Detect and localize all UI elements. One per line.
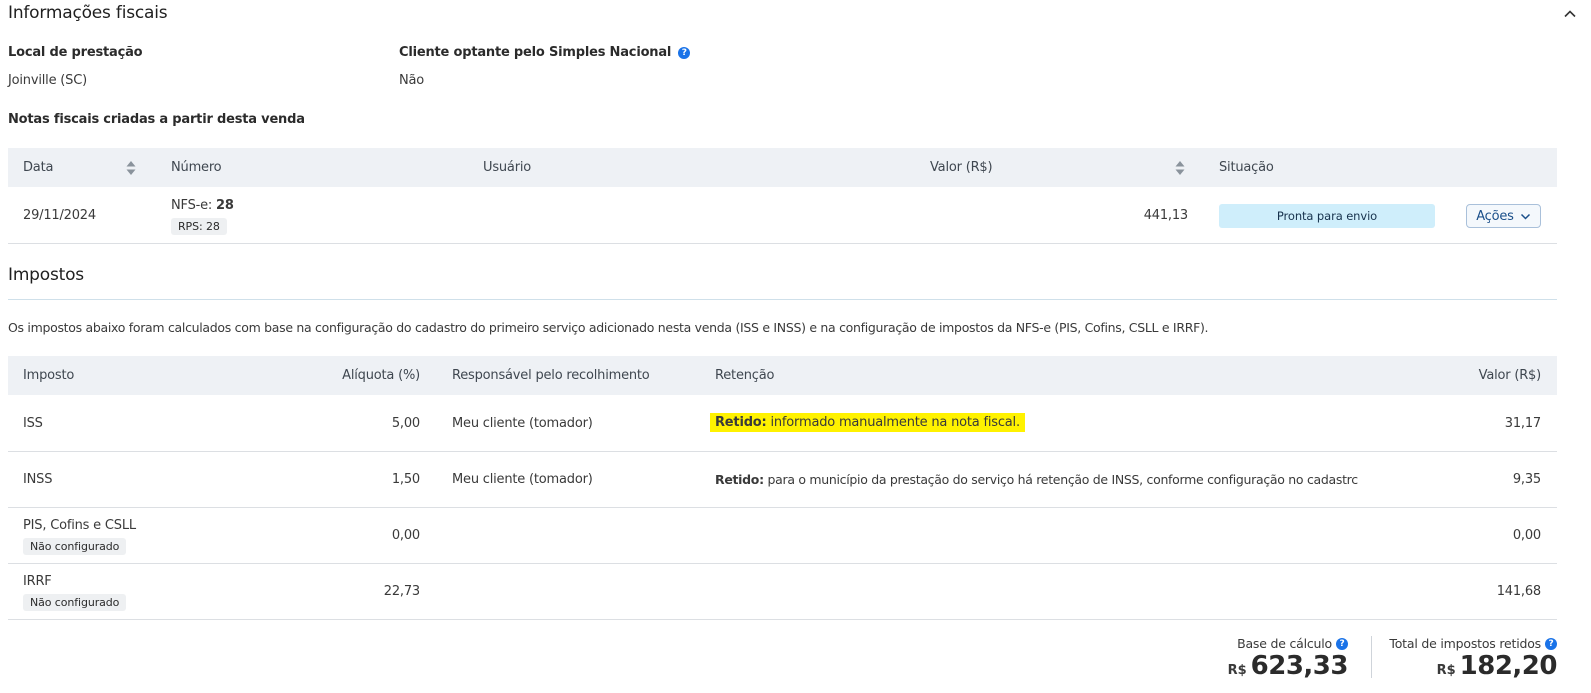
notas-title: Notas fiscais criadas a partir desta ven… bbox=[8, 112, 305, 127]
notas-table-header bbox=[8, 148, 1557, 187]
nota-valor: 441,13 bbox=[1143, 208, 1188, 223]
sort-icon[interactable] bbox=[126, 160, 136, 176]
imposto-aliquota: 5,00 bbox=[391, 416, 420, 431]
imposto-name: ISS bbox=[23, 416, 43, 431]
col-numero: Número bbox=[171, 160, 222, 175]
simples-value: Não bbox=[399, 73, 425, 88]
acoes-button[interactable]: Ações bbox=[1466, 204, 1541, 228]
col-aliquota: Alíquota (%) bbox=[342, 368, 420, 383]
col-responsavel: Responsável pelo recolhimento bbox=[452, 368, 650, 383]
section-title: Informações fiscais bbox=[8, 3, 168, 23]
not-configured-tag: Não configurado bbox=[23, 594, 127, 611]
impostos-divider bbox=[8, 299, 1557, 300]
col-situacao: Situação bbox=[1219, 160, 1274, 175]
base-calculo-amount: R$ 623,33 bbox=[1227, 651, 1349, 681]
total-retidos-amount: R$ 182,20 bbox=[1436, 651, 1558, 681]
col-valor[interactable]: Valor (R$) bbox=[930, 160, 993, 175]
total-retidos-block: Total de impostos retidos ? R$ 182,20 bbox=[1380, 636, 1557, 679]
base-calculo-label: Base de cálculo bbox=[1237, 636, 1332, 651]
total-retidos-label: Total de impostos retidos bbox=[1389, 636, 1541, 651]
chevron-up-icon[interactable] bbox=[1562, 6, 1578, 22]
row-divider bbox=[8, 507, 1557, 508]
simples-label-group: Cliente optante pelo Simples Nacional ? bbox=[399, 45, 691, 60]
imposto-valor: 141,68 bbox=[1496, 584, 1541, 599]
imposto-responsavel: Meu cliente (tomador) bbox=[452, 472, 593, 487]
base-calculo-label-group: Base de cálculo ? bbox=[1237, 636, 1348, 651]
simples-label: Cliente optante pelo Simples Nacional bbox=[399, 45, 672, 60]
status-badge: Pronta para envio bbox=[1219, 204, 1435, 228]
retencao-text: informado manualmente na nota fiscal. bbox=[766, 415, 1020, 430]
imposto-retencao: Retido: informado manualmente na nota fi… bbox=[710, 413, 1025, 432]
local-label: Local de prestação bbox=[8, 45, 143, 60]
impostos-table-header bbox=[8, 356, 1557, 395]
imposto-name: INSS bbox=[23, 472, 53, 487]
nfse-number: 28 bbox=[216, 198, 234, 213]
nota-data: 29/11/2024 bbox=[23, 208, 96, 223]
imposto-aliquota: 1,50 bbox=[391, 472, 420, 487]
imposto-name: IRRF bbox=[23, 574, 52, 589]
base-calculo-value: 623,33 bbox=[1250, 651, 1349, 681]
col-data[interactable]: Data bbox=[23, 160, 53, 175]
row-divider bbox=[8, 451, 1557, 452]
impostos-title: Impostos bbox=[8, 265, 84, 285]
local-value: Joinville (SC) bbox=[8, 73, 87, 88]
help-icon[interactable]: ? bbox=[1545, 637, 1557, 650]
help-icon[interactable]: ? bbox=[678, 46, 691, 59]
imposto-retencao: Retido: para o município da prestação do… bbox=[715, 472, 1360, 487]
sort-icon[interactable] bbox=[1175, 160, 1185, 176]
imposto-valor: 9,35 bbox=[1512, 472, 1541, 487]
imposto-valor: 31,17 bbox=[1504, 416, 1541, 431]
nota-numero[interactable]: NFS-e: 28 bbox=[171, 198, 234, 213]
total-retidos-value: 182,20 bbox=[1459, 651, 1558, 681]
imposto-responsavel: Meu cliente (tomador) bbox=[452, 416, 593, 431]
impostos-description: Os impostos abaixo foram calculados com … bbox=[8, 320, 1209, 335]
col-imposto: Imposto bbox=[23, 368, 75, 383]
help-icon[interactable]: ? bbox=[1336, 637, 1348, 650]
nfse-prefix: NFS-e: bbox=[171, 198, 217, 213]
base-calculo-block: Base de cálculo ? R$ 623,33 bbox=[1180, 636, 1349, 681]
row-divider bbox=[8, 619, 1557, 620]
retencao-text: para o município da prestação do serviço… bbox=[763, 472, 1358, 487]
acoes-label: Ações bbox=[1476, 208, 1514, 224]
col-retencao: Retenção bbox=[715, 368, 775, 383]
not-configured-tag: Não configurado bbox=[23, 538, 127, 555]
imposto-aliquota: 22,73 bbox=[383, 584, 420, 599]
total-retidos-label-group: Total de impostos retidos ? bbox=[1389, 636, 1557, 651]
row-divider bbox=[8, 563, 1557, 564]
totals-separator bbox=[1371, 636, 1372, 678]
rps-tag: RPS: 28 bbox=[171, 218, 227, 235]
col-valor-imposto: Valor (R$) bbox=[1478, 368, 1542, 383]
imposto-aliquota: 0,00 bbox=[391, 528, 420, 543]
imposto-name: PIS, Cofins e CSLL bbox=[23, 518, 136, 533]
retencao-label: Retido: bbox=[715, 472, 764, 487]
col-usuario: Usuário bbox=[483, 160, 532, 175]
currency-symbol: R$ bbox=[1436, 663, 1456, 678]
currency-symbol: R$ bbox=[1227, 663, 1247, 678]
row-divider bbox=[8, 243, 1557, 244]
retencao-label: Retido: bbox=[715, 415, 767, 430]
chevron-down-icon bbox=[1520, 213, 1530, 220]
imposto-valor: 0,00 bbox=[1512, 528, 1541, 543]
